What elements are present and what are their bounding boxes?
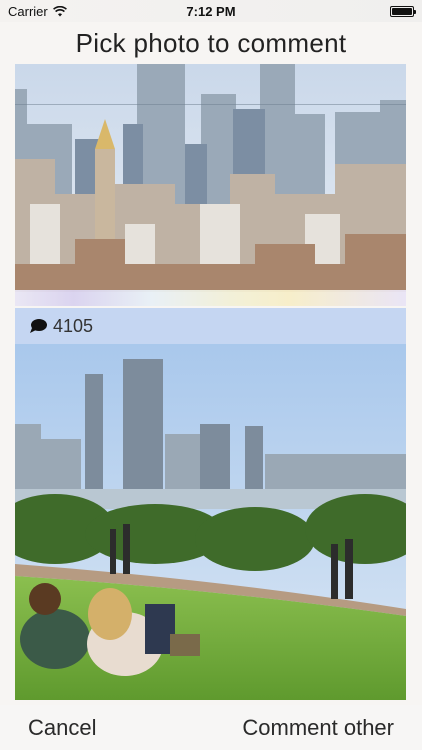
color-strip (15, 290, 406, 306)
battery-icon (390, 5, 416, 17)
status-bar: Carrier 7:12 PM (0, 0, 422, 22)
city-skyline-image (15, 64, 406, 292)
comment-count: 4105 (53, 315, 94, 336)
status-left: Carrier (8, 4, 67, 19)
cancel-button[interactable]: Cancel (28, 715, 96, 741)
park-skyline-image (15, 344, 406, 700)
city-skyline-photo[interactable] (15, 64, 406, 292)
comment-other-button[interactable]: Comment other (242, 715, 394, 741)
carrier-label: Carrier (8, 3, 48, 19)
wifi-icon (52, 5, 67, 16)
bottom-toolbar: Cancel Comment other (0, 705, 422, 750)
speech-bubble-icon (30, 319, 47, 333)
comment-count-bar: 4105 (15, 308, 406, 344)
park-skyline-photo[interactable] (15, 344, 406, 700)
page-title: Pick photo to comment (75, 28, 347, 58)
